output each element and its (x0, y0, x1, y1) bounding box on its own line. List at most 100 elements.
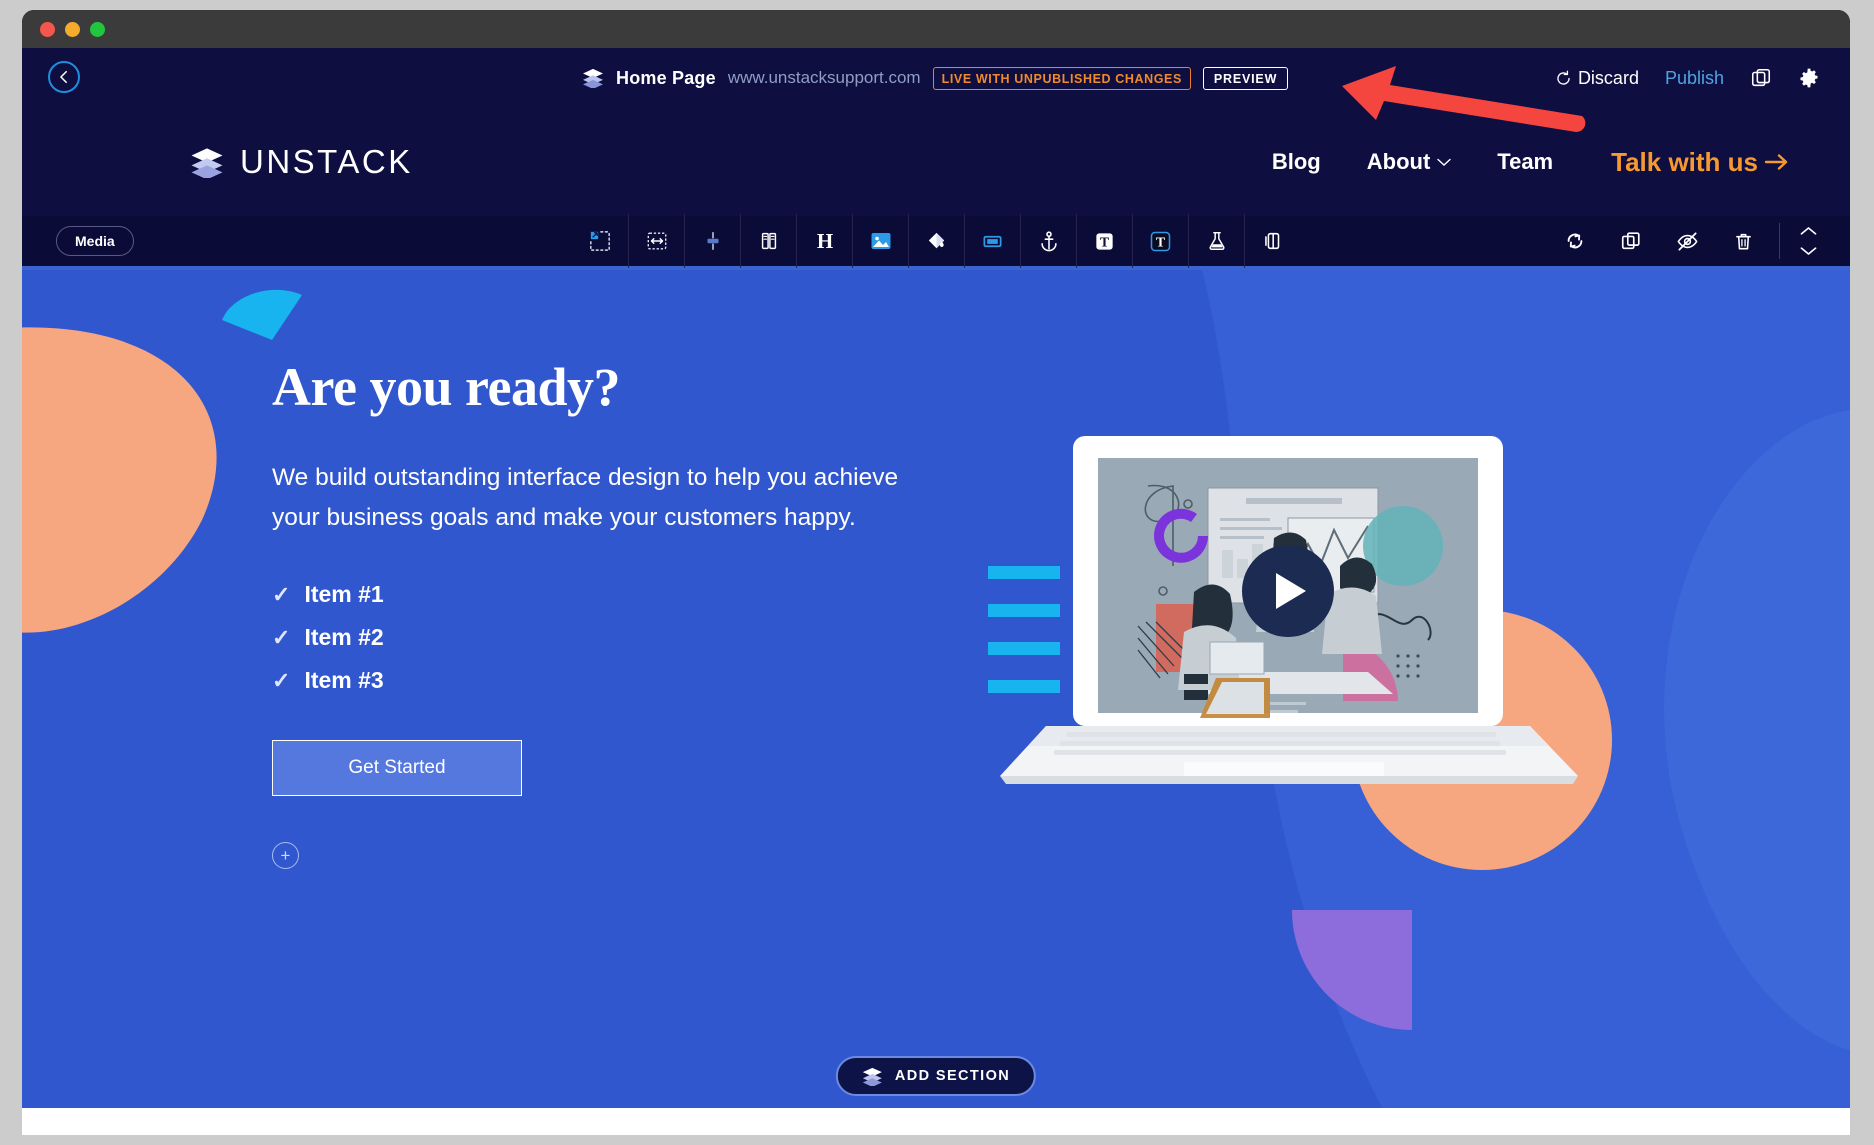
status-badge: LIVE WITH UNPUBLISHED CHANGES (933, 67, 1191, 90)
list-item-label: Item #3 (304, 667, 383, 694)
check-icon: ✓ (272, 584, 290, 606)
move-section-controls[interactable] (1788, 214, 1828, 268)
window-titlebar (22, 10, 1850, 48)
unstack-stack-icon (190, 147, 224, 178)
svg-text:T: T (1156, 235, 1166, 250)
svg-text:T: T (1100, 235, 1110, 250)
hero-text-column: Are you ready? We build outstanding inte… (272, 356, 972, 869)
columns-button[interactable] (740, 214, 796, 268)
page-url: www.unstacksupport.com (728, 68, 921, 88)
app-window: Home Page www.unstacksupport.com LIVE WI… (22, 10, 1850, 1135)
toolbar-divider (1779, 223, 1780, 259)
list-item-label: Item #2 (304, 624, 383, 651)
text-dark-button[interactable]: T (1132, 214, 1188, 268)
experiment-button[interactable] (1188, 214, 1244, 268)
nav-item-blog[interactable]: Blog (1272, 149, 1321, 175)
site-nav-links: Blog About Team Talk with us (1272, 147, 1790, 178)
hero-paragraph[interactable]: We build outstanding interface design to… (272, 458, 912, 537)
settings-button[interactable] (1798, 67, 1820, 89)
add-block-button[interactable]: + (272, 842, 299, 869)
hero-heading[interactable]: Are you ready? (272, 356, 972, 418)
button-icon (981, 230, 1004, 253)
list-item[interactable]: ✓ Item #3 (272, 667, 972, 694)
hero-video-illustration[interactable] (988, 426, 1588, 806)
discard-label: Discard (1578, 68, 1639, 89)
site-preview: UNSTACK Blog About Team Talk with us (22, 108, 1850, 1135)
heading-icon: H (813, 229, 837, 253)
publish-button[interactable]: Publish (1665, 68, 1724, 89)
spacer-button[interactable] (684, 214, 740, 268)
background-fill-icon (925, 230, 948, 253)
preview-button[interactable]: PREVIEW (1203, 67, 1288, 90)
media-chip[interactable]: Media (56, 226, 134, 256)
testimonial-section[interactable]: “ Everything I thought I knew went out t… (22, 1108, 1850, 1135)
text-dark-icon: T (1149, 230, 1172, 253)
text-light-button[interactable]: T (1076, 214, 1132, 268)
hide-section-button[interactable] (1659, 214, 1715, 268)
add-section-button[interactable]: ADD SECTION (836, 1056, 1036, 1096)
duplicate-section-button[interactable] (1603, 214, 1659, 268)
select-region-button[interactable] (572, 214, 628, 268)
duplicate-section-icon (1620, 230, 1642, 252)
button-block-button[interactable] (964, 214, 1020, 268)
split-layout-button[interactable] (1244, 214, 1300, 268)
heading-button[interactable]: H (796, 214, 852, 268)
get-started-button[interactable]: Get Started (272, 740, 522, 796)
hero-feature-list: ✓ Item #1 ✓ Item #2 ✓ Item #3 (272, 581, 972, 694)
columns-icon (758, 230, 780, 252)
laptop-video-graphic (988, 426, 1588, 806)
nav-item-team-label: Team (1497, 149, 1553, 175)
image-button[interactable] (852, 214, 908, 268)
hero-media-column (972, 356, 1850, 869)
chevron-down-icon (1800, 246, 1817, 256)
site-logo[interactable]: UNSTACK (190, 143, 413, 181)
resize-width-button[interactable] (628, 214, 684, 268)
refresh-section-button[interactable] (1547, 214, 1603, 268)
refresh-icon (1564, 230, 1586, 252)
duplicate-page-button[interactable] (1750, 67, 1772, 89)
delete-section-button[interactable] (1715, 214, 1771, 268)
copy-icon (1750, 67, 1772, 89)
nav-cta-button[interactable]: Talk with us (1611, 147, 1790, 178)
add-section-label: ADD SECTION (895, 1068, 1010, 1084)
split-layout-icon (1262, 230, 1284, 252)
hero-section[interactable]: Are you ready? We build outstanding inte… (22, 270, 1850, 1108)
unstack-stack-icon (582, 68, 604, 88)
back-button[interactable] (48, 61, 80, 93)
window-close-button[interactable] (40, 22, 55, 37)
background-fill-button[interactable] (908, 214, 964, 268)
window-minimize-button[interactable] (65, 22, 80, 37)
gear-icon (1798, 67, 1820, 89)
discard-button[interactable]: Discard (1555, 68, 1639, 89)
list-item[interactable]: ✓ Item #1 (272, 581, 972, 608)
list-item-label: Item #1 (304, 581, 383, 608)
check-icon: ✓ (272, 670, 290, 692)
svg-text:H: H (816, 229, 832, 253)
anchor-icon (1038, 230, 1060, 252)
list-item[interactable]: ✓ Item #2 (272, 624, 972, 651)
page-title: Home Page (616, 68, 716, 89)
hide-section-icon (1676, 230, 1699, 253)
text-light-icon: T (1093, 230, 1116, 253)
nav-item-about[interactable]: About (1367, 149, 1452, 175)
brand-name: UNSTACK (240, 143, 413, 181)
hero-content: Are you ready? We build outstanding inte… (22, 270, 1850, 869)
editor-topbar: Home Page www.unstacksupport.com LIVE WI… (22, 48, 1850, 108)
page-identity: Home Page www.unstacksupport.com LIVE WI… (582, 48, 1288, 108)
nav-item-blog-label: Blog (1272, 149, 1321, 175)
nav-cta-label: Talk with us (1611, 147, 1758, 178)
image-icon (869, 229, 893, 253)
arrow-right-icon (1764, 152, 1790, 172)
chevron-down-icon (1437, 158, 1451, 167)
delete-section-icon (1733, 231, 1754, 252)
window-zoom-button[interactable] (90, 22, 105, 37)
check-icon: ✓ (272, 627, 290, 649)
anchor-button[interactable] (1020, 214, 1076, 268)
undo-icon (1555, 70, 1572, 87)
block-toolbar-tools: H (572, 214, 1300, 268)
nav-item-about-label: About (1367, 149, 1431, 175)
chevron-up-icon (1800, 226, 1817, 236)
block-toolbar: Media (22, 216, 1850, 270)
nav-item-team[interactable]: Team (1497, 149, 1553, 175)
editor-actions: Discard Publish (1555, 48, 1820, 108)
